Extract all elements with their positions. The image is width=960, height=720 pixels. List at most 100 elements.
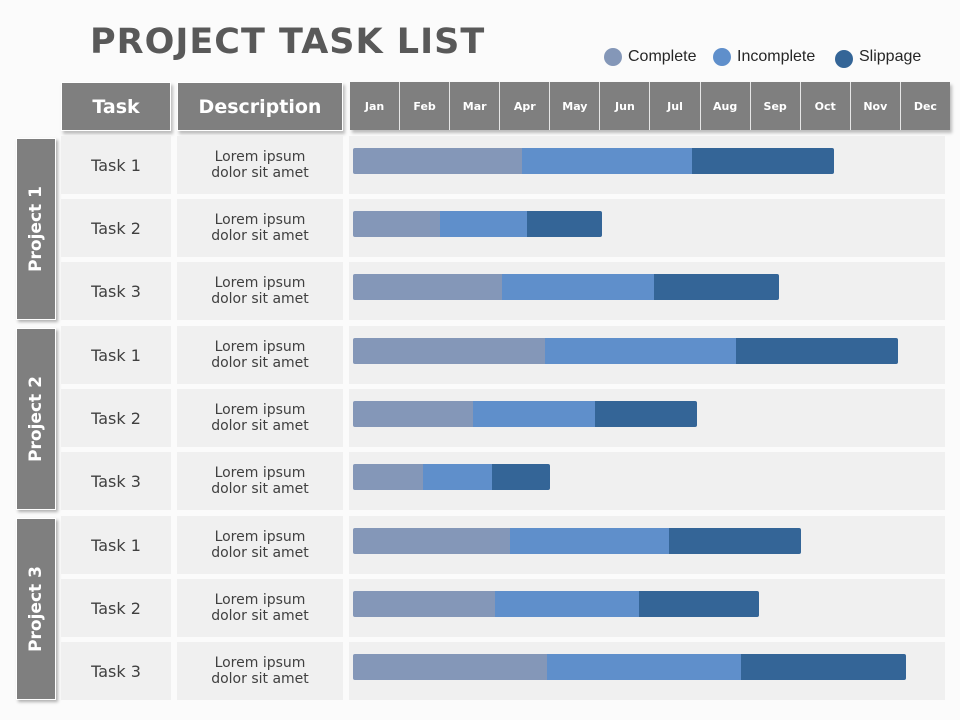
table-row: Task 2 Lorem ipsum dolor sit amet bbox=[61, 199, 945, 257]
month-label: May bbox=[550, 82, 601, 130]
task-name: Task 1 bbox=[61, 136, 171, 194]
slippage-swatch-icon bbox=[835, 50, 853, 68]
legend-label: Slippage bbox=[859, 48, 922, 65]
gantt-bar bbox=[353, 591, 759, 617]
table-row: Task 3 Lorem ipsum dolor sit amet bbox=[61, 642, 945, 700]
timeline-cell bbox=[349, 452, 945, 510]
month-header: Jan Feb Mar Apr May Jun Jul Aug Sep Oct Nov Dec bbox=[350, 82, 950, 130]
table-row: Task 1 Lorem ipsum dolor sit amet bbox=[61, 516, 945, 574]
month-label: Apr bbox=[500, 82, 551, 130]
project-label: Project 1 bbox=[16, 138, 56, 320]
table-row: Task 2 Lorem ipsum dolor sit amet bbox=[61, 579, 945, 637]
timeline-cell bbox=[349, 579, 945, 637]
complete-segment bbox=[353, 211, 441, 237]
project-label: Project 2 bbox=[16, 328, 56, 510]
gantt-bar bbox=[353, 654, 906, 680]
task-description: Lorem ipsum dolor sit amet bbox=[177, 389, 343, 447]
column-header-task: Task bbox=[61, 82, 171, 131]
complete-segment bbox=[353, 338, 545, 364]
complete-swatch-icon bbox=[604, 48, 622, 66]
timeline-cell bbox=[349, 642, 945, 700]
task-description: Lorem ipsum dolor sit amet bbox=[177, 199, 343, 257]
month-label: Feb bbox=[400, 82, 451, 130]
month-label: Nov bbox=[851, 82, 901, 130]
task-description: Lorem ipsum dolor sit amet bbox=[177, 579, 343, 637]
task-description: Lorem ipsum dolor sit amet bbox=[177, 136, 343, 194]
project-name: Project 1 bbox=[26, 186, 46, 272]
gantt-bar bbox=[353, 148, 834, 174]
table-row: Task 1 Lorem ipsum dolor sit amet bbox=[61, 326, 945, 384]
legend-label: Incomplete bbox=[737, 48, 816, 65]
incomplete-segment bbox=[502, 274, 655, 300]
incomplete-segment bbox=[494, 591, 640, 617]
complete-segment bbox=[353, 591, 495, 617]
page-title: PROJECT TASK LIST bbox=[90, 22, 486, 62]
incomplete-segment bbox=[422, 464, 493, 490]
month-label: Mar bbox=[450, 82, 501, 130]
legend-item-complete: Complete bbox=[604, 48, 696, 66]
task-name: Task 1 bbox=[61, 516, 171, 574]
month-label: Aug bbox=[701, 82, 751, 130]
complete-segment bbox=[353, 274, 503, 300]
incomplete-segment bbox=[440, 211, 528, 237]
incomplete-segment bbox=[509, 528, 670, 554]
task-description: Lorem ipsum dolor sit amet bbox=[177, 326, 343, 384]
task-description: Lorem ipsum dolor sit amet bbox=[177, 516, 343, 574]
slippage-segment bbox=[594, 401, 697, 427]
month-label: Jan bbox=[350, 82, 401, 130]
incomplete-swatch-icon bbox=[713, 48, 731, 66]
gantt-bar bbox=[353, 211, 602, 237]
task-description: Lorem ipsum dolor sit amet bbox=[177, 452, 343, 510]
slippage-segment bbox=[736, 338, 899, 364]
task-name: Task 2 bbox=[61, 199, 171, 257]
incomplete-segment bbox=[522, 148, 692, 174]
project-name: Project 2 bbox=[26, 376, 46, 462]
month-label: Dec bbox=[913, 99, 937, 113]
timeline-cell bbox=[349, 516, 945, 574]
month-label: Jul bbox=[650, 82, 701, 130]
gantt-bar bbox=[353, 401, 697, 427]
column-header-description: Description bbox=[177, 82, 343, 131]
task-name: Task 3 bbox=[61, 642, 171, 700]
gantt-bar bbox=[353, 464, 550, 490]
complete-segment bbox=[353, 401, 473, 427]
table-row: Task 3 Lorem ipsum dolor sit amet bbox=[61, 452, 945, 510]
task-name: Task 2 bbox=[61, 389, 171, 447]
timeline-cell bbox=[349, 326, 945, 384]
slippage-segment bbox=[654, 274, 779, 300]
complete-segment bbox=[353, 464, 423, 490]
slippage-segment bbox=[741, 654, 906, 680]
task-description: Lorem ipsum dolor sit amet bbox=[177, 262, 343, 320]
gantt-bar bbox=[353, 274, 779, 300]
timeline-cell bbox=[349, 389, 945, 447]
month-label: Sep bbox=[751, 82, 801, 130]
incomplete-segment bbox=[472, 401, 595, 427]
slippage-segment bbox=[639, 591, 759, 617]
task-name: Task 3 bbox=[61, 262, 171, 320]
slippage-segment bbox=[492, 464, 550, 490]
slippage-segment bbox=[527, 211, 602, 237]
timeline-cell bbox=[349, 136, 945, 194]
gantt-bar bbox=[353, 528, 802, 554]
legend-item-slippage: Slippage bbox=[835, 46, 921, 68]
gantt-bar bbox=[353, 338, 899, 364]
month-label: Oct bbox=[801, 82, 851, 130]
complete-segment bbox=[353, 528, 510, 554]
slippage-segment bbox=[691, 148, 834, 174]
incomplete-segment bbox=[544, 338, 737, 364]
project-name: Project 3 bbox=[26, 566, 46, 652]
complete-segment bbox=[353, 148, 523, 174]
legend-label: Complete bbox=[628, 48, 697, 65]
table-row: Task 3 Lorem ipsum dolor sit amet bbox=[61, 262, 945, 320]
project-label: Project 3 bbox=[16, 518, 56, 700]
table-row: Task 1 Lorem ipsum dolor sit amet bbox=[61, 136, 945, 194]
timeline-cell bbox=[349, 199, 945, 257]
slippage-segment bbox=[669, 528, 802, 554]
legend-item-incomplete: Incomplete bbox=[713, 48, 815, 66]
task-description: Lorem ipsum dolor sit amet bbox=[177, 642, 343, 700]
timeline-cell bbox=[349, 262, 945, 320]
complete-segment bbox=[353, 654, 548, 680]
table-row: Task 2 Lorem ipsum dolor sit amet bbox=[61, 389, 945, 447]
task-name: Task 1 bbox=[61, 326, 171, 384]
incomplete-segment bbox=[547, 654, 742, 680]
